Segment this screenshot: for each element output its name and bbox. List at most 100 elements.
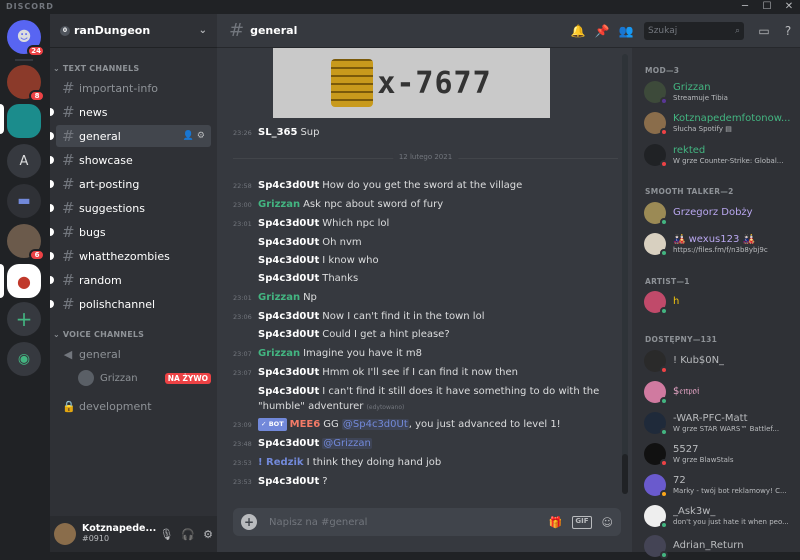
search-input[interactable]: Szukaj ⌕	[644, 22, 744, 40]
pin-icon[interactable]: 📌	[590, 24, 614, 38]
author[interactable]: Sp4c3d0Ut	[258, 218, 319, 229]
user-mention[interactable]: @Grizzan	[322, 438, 372, 449]
date-divider-label: 12 lutego 2021	[392, 153, 459, 161]
author[interactable]: Sp4c3d0Ut	[258, 255, 319, 266]
author[interactable]: Sp4c3d0Ut	[258, 237, 319, 248]
author[interactable]: Sp4c3d0Ut	[258, 476, 319, 487]
member-activity: Marky - twój bot reklamowy! C...	[673, 486, 787, 495]
embedded-image[interactable]: x-7677	[273, 48, 550, 118]
channel-art-posting[interactable]: # art-posting	[50, 173, 211, 195]
member[interactable]: Grzegorz Dobży	[644, 199, 794, 227]
add-attachment-icon[interactable]: +	[241, 514, 257, 530]
channel-random[interactable]: # random	[50, 269, 211, 291]
server-icon-2[interactable]: 8	[7, 65, 45, 102]
chevron-down-icon[interactable]: ⌄	[199, 25, 207, 36]
bot-tag: ✓ BOT	[258, 418, 287, 431]
channel-settings-icons[interactable]: 👤 ⚙	[183, 131, 205, 141]
member[interactable]: Grizzan Streamuje Tibia	[644, 78, 794, 106]
author[interactable]: Sp4c3d0Ut	[258, 180, 319, 191]
gear-icon[interactable]: ⚙	[203, 528, 213, 541]
channel-important-info[interactable]: # important-info	[56, 77, 211, 99]
close-icon[interactable]: ✕	[778, 1, 800, 12]
author[interactable]: Sp4c3d0Ut	[258, 367, 319, 378]
message-text: Oh nvm	[322, 237, 362, 248]
member[interactable]: -WAR-PFC-Matt W grze STAR WARS™ Battlef..…	[644, 409, 794, 437]
help-icon[interactable]: ?	[776, 24, 800, 38]
status-indicator	[660, 249, 668, 257]
channel-suggestions[interactable]: # suggestions	[50, 197, 211, 219]
maximize-icon[interactable]: ☐	[756, 1, 778, 12]
member-name: h	[673, 296, 680, 307]
unread-indicator	[50, 132, 54, 140]
mention-badge: 8	[29, 90, 45, 102]
author[interactable]: ! Redzik	[258, 457, 304, 468]
author[interactable]: MEE6	[290, 419, 321, 430]
server-icon-3[interactable]	[7, 104, 41, 138]
members-icon[interactable]: 👥	[614, 24, 638, 38]
timestamp: 23:53	[233, 459, 252, 467]
author[interactable]: Sp4c3d0Ut	[258, 386, 319, 397]
member[interactable]: ! Kub$0N_	[644, 347, 794, 375]
message-text: Hmm ok I'll see if I can find it now the…	[322, 367, 518, 378]
live-badge: NA ŻYWO	[164, 372, 211, 384]
server-header[interactable]: 0 ranDungeon ⌄	[50, 14, 217, 48]
scrollbar[interactable]	[622, 54, 628, 494]
channel-news[interactable]: # news	[50, 101, 211, 123]
member[interactable]: Kotznapedemfotonow... Słucha Spotify ▤	[644, 109, 794, 137]
add-server-icon[interactable]: +	[7, 302, 41, 336]
member[interactable]: 🎎 wexus123 🎎 https://files.fm/f/n3b8ybj9c	[644, 230, 794, 258]
member[interactable]: $𝔢𝔫𝔭𝔬𝔦	[644, 378, 794, 406]
author[interactable]: Grizzan	[258, 292, 300, 303]
voice-channel-development[interactable]: 🔒 development	[56, 395, 211, 417]
member[interactable]: 72 Marky - twój bot reklamowy! C...	[644, 471, 794, 499]
member[interactable]: rekted W grze Counter-Strike: Global...	[644, 141, 794, 169]
member[interactable]: Adrian_Return	[644, 532, 794, 560]
scrollbar-thumb[interactable]	[622, 454, 628, 494]
microphone-icon[interactable]: 🎙	[159, 528, 173, 541]
channel-general[interactable]: # general 👤 ⚙	[50, 125, 211, 147]
channel-bugs[interactable]: # bugs	[50, 221, 211, 243]
member[interactable]: 5527 W grze BlawStals	[644, 440, 794, 468]
folder-icon[interactable]: ▬	[7, 184, 41, 218]
inbox-icon[interactable]: ▭	[752, 24, 776, 38]
avatar[interactable]	[54, 523, 76, 545]
emoji-icon[interactable]: ☺	[602, 516, 613, 529]
server-icon-letter[interactable]: A	[7, 144, 41, 178]
author[interactable]: SL_365	[258, 127, 297, 138]
author[interactable]: Sp4c3d0Ut	[258, 329, 319, 340]
unread-indicator	[50, 252, 54, 260]
channel-title: general	[250, 24, 298, 37]
avatar	[644, 412, 668, 436]
server-icon-randungeon[interactable]: ●	[7, 264, 41, 298]
status-indicator	[660, 218, 668, 226]
channel-whatthezombies[interactable]: # whatthezombies	[50, 245, 211, 267]
voice-channel-general[interactable]: ◀ general	[56, 343, 211, 365]
author[interactable]: Grizzan	[258, 348, 300, 359]
channel-polishchannel[interactable]: # polishchannel	[50, 293, 211, 315]
explore-servers-icon[interactable]: ◉	[7, 342, 41, 376]
bell-icon[interactable]: 🔔	[566, 24, 590, 38]
server-icon-6[interactable]: 6	[7, 224, 45, 261]
member[interactable]: _Ask3w_ don't you just hate it when peo..…	[644, 502, 794, 530]
category-voice-channels[interactable]: ⌄ VOICE CHANNELS	[53, 330, 144, 339]
user-mention[interactable]: @Sp4c3d0Ut	[341, 419, 409, 430]
status-indicator	[660, 97, 668, 105]
author[interactable]: Sp4c3d0Ut	[258, 311, 319, 322]
gif-icon[interactable]: GIF	[572, 515, 592, 529]
author[interactable]: Sp4c3d0Ut	[258, 273, 319, 284]
channel-showcase[interactable]: # showcase	[50, 149, 211, 171]
avatar	[644, 535, 668, 559]
home-button[interactable]: ☻ 24	[7, 20, 45, 57]
timestamp: 23:26	[233, 129, 252, 137]
message-text: Which npc lol	[322, 218, 390, 229]
member-activity: W grze BlawStals	[673, 455, 734, 464]
member[interactable]: h	[644, 288, 794, 316]
message-input[interactable]: + Napisz na #general 🎁 GIF ☺	[233, 508, 621, 536]
voice-user[interactable]: Grizzan NA ŻYWO	[78, 367, 211, 389]
minimize-icon[interactable]: ─	[734, 1, 756, 12]
category-text-channels[interactable]: ⌄ TEXT CHANNELS	[53, 64, 139, 73]
author[interactable]: Sp4c3d0Ut	[258, 438, 319, 449]
gift-icon[interactable]: 🎁	[549, 516, 563, 529]
author[interactable]: Grizzan	[258, 199, 300, 210]
headphones-icon[interactable]: 🎧	[181, 528, 195, 541]
